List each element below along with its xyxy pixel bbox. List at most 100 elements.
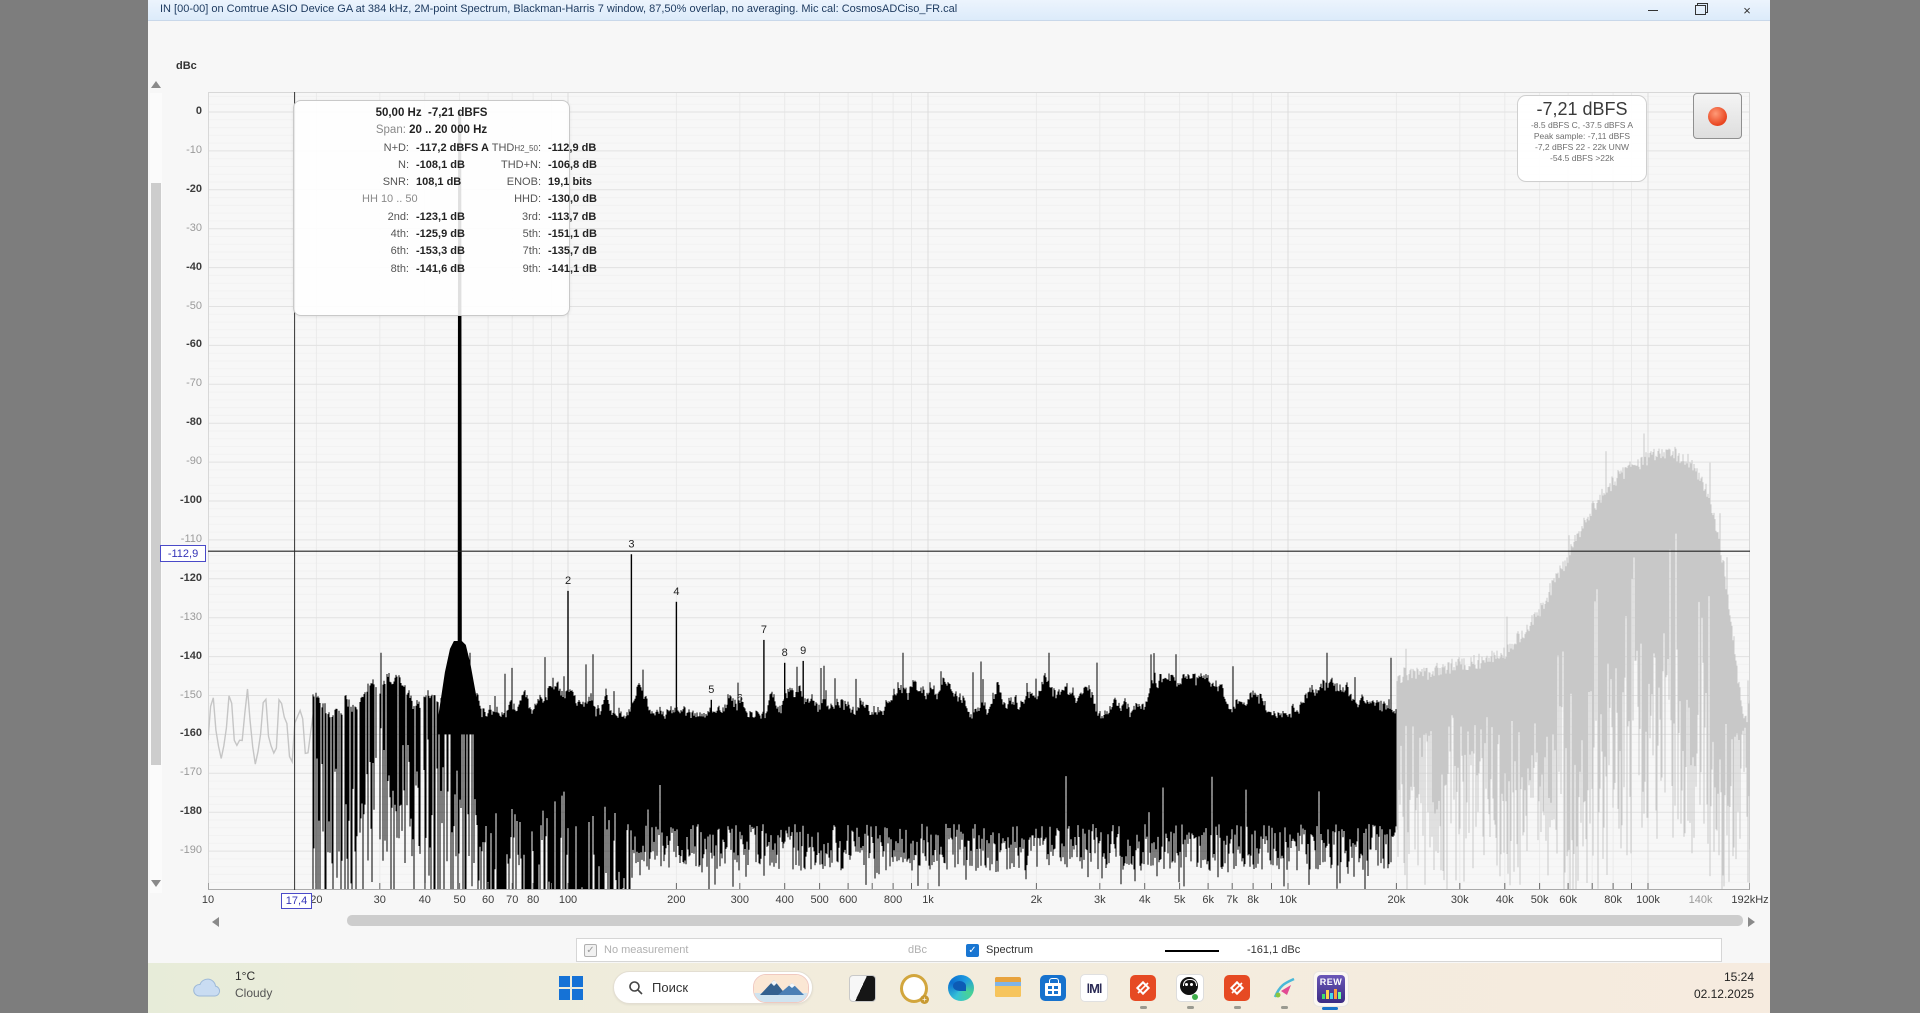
level-overlay-line: -54.5 dBFS >22k [1518, 153, 1646, 164]
taskbar-edge-button[interactable] [947, 974, 975, 1002]
signal-icon [1271, 975, 1297, 1001]
panel-label: SNR: [383, 176, 409, 188]
panel-label: ENOB: [421, 176, 541, 188]
panel-value: HH 10 .. 50 [362, 193, 418, 205]
scroll-up-icon[interactable] [151, 81, 161, 88]
y-tick-label: -180 [160, 805, 202, 817]
no-measurement-checkbox[interactable]: ✓ [584, 944, 597, 957]
taskbar-explorer-button[interactable] [994, 974, 1022, 1002]
edge-icon [948, 975, 974, 1001]
x-tick-label: 4k [1139, 894, 1151, 906]
panel-value: -141,1 dB [548, 263, 597, 275]
legend-bar: ✓ No measurement dBc ✓ Spectrum -161,1 d… [576, 938, 1722, 962]
y-tick-label: -50 [160, 300, 202, 312]
explorer-icon [995, 977, 1022, 999]
running-indicator [1281, 1006, 1288, 1009]
taskbar: 1°C Cloudy Поиск +ǀMǀREW ǀMǀENG 15:24 02… [148, 963, 1770, 1013]
taskbar-rew-button[interactable]: REW [1313, 971, 1349, 1007]
running-indicator [1140, 1006, 1147, 1009]
search-placeholder: Поиск [652, 980, 688, 995]
spectrum-label: Spectrum [986, 944, 1033, 956]
window-titlebar[interactable]: IN [00-00] on Comtrue ASIO Device GA at … [148, 0, 1770, 21]
search-box[interactable]: Поиск [613, 971, 813, 1004]
panel-row: N:-108,1 dBTHD+N:-106,8 dB [294, 159, 569, 176]
bw-app-icon [849, 975, 876, 1002]
y-tick-label: -100 [160, 494, 202, 506]
y-axis-unit: dBc [176, 60, 197, 72]
horizontal-scrollbar-thumb[interactable] [347, 915, 1743, 926]
weather-condition[interactable]: Cloudy [235, 986, 272, 1000]
window-title: IN [00-00] on Comtrue ASIO Device GA at … [160, 3, 957, 15]
panel-value: 19,1 bits [548, 176, 592, 188]
taskbar-robot-button[interactable] [1176, 974, 1204, 1002]
spectrum-checkbox[interactable]: ✓ [966, 944, 979, 957]
panel-row: N+D:-117,2 dBFS ATHDH2_50:-112,9 dB [294, 142, 569, 159]
x-tick-label: 10 [202, 894, 214, 906]
y-tick-label: -80 [160, 416, 202, 428]
taskbar-clock[interactable]: 15:24 02.12.2025 [1678, 969, 1754, 1003]
gold-q-icon: + [900, 974, 928, 1003]
panel-label: N+D: [384, 142, 409, 154]
panel-row: HH 10 .. 50HHD:-130,0 dB [294, 193, 569, 210]
x-tick-label: 40 [419, 894, 431, 906]
x-tick-label: 60k [1559, 894, 1577, 906]
minimize-button[interactable] [1636, 0, 1670, 20]
x-tick-label: 70 [506, 894, 518, 906]
scroll-left-icon[interactable] [212, 917, 219, 927]
search-highlight-image[interactable] [753, 974, 809, 1003]
audio-m-icon: ǀMǀ [1080, 974, 1108, 1002]
level-overlay-line: -8.5 dBFS C, -37.5 dBFS A [1518, 120, 1646, 131]
taskbar-red-diamond-button[interactable] [1223, 974, 1251, 1002]
panel-label: 6th: [391, 245, 409, 257]
level-overlay-line: Peak sample: -7,11 dBFS [1518, 131, 1646, 142]
x-tick-label: 200 [667, 894, 685, 906]
panel-label: HHD: [421, 193, 541, 205]
taskbar-red-diamond-button[interactable] [1129, 974, 1157, 1002]
y-tick-label: -10 [160, 144, 202, 156]
x-tick-label: 50 [454, 894, 466, 906]
x-cursor-value[interactable]: 17,4 [281, 893, 312, 909]
y-tick-label: -70 [160, 377, 202, 389]
taskbar-bw-app-button[interactable] [848, 974, 876, 1002]
clock-time: 15:24 [1678, 969, 1754, 986]
x-tick-label: 1k [922, 894, 934, 906]
y-tick-label: -110 [160, 533, 202, 545]
weather-temp[interactable]: 1°C [235, 969, 255, 983]
panel-row: 4th:-125,9 dB5th:-151,1 dB [294, 228, 569, 245]
spectrum-app-window: IN [00-00] on Comtrue ASIO Device GA at … [148, 0, 1770, 963]
start-button[interactable] [559, 976, 583, 1000]
close-button[interactable]: × [1730, 0, 1764, 20]
taskbar-audio-m-button[interactable]: ǀMǀ [1080, 974, 1108, 1002]
x-tick-label: 80 [527, 894, 539, 906]
panel-label: 7th: [421, 245, 541, 257]
y-tick-label: -60 [160, 338, 202, 350]
y-tick-label: -170 [160, 766, 202, 778]
x-tick-label: 192kHz [1731, 894, 1768, 906]
panel-label: 4th: [391, 228, 409, 240]
panel-label: N: [398, 159, 409, 171]
scroll-down-icon[interactable] [151, 880, 161, 887]
x-tick-label: 300 [731, 894, 749, 906]
weather-cloud-icon[interactable] [190, 976, 224, 1000]
scroll-right-icon[interactable] [1748, 917, 1755, 927]
x-tick-label: 60 [482, 894, 494, 906]
y-tick-label: -20 [160, 183, 202, 195]
svg-text:3: 3 [628, 538, 634, 550]
panel-label: 2nd: [388, 211, 409, 223]
panel-label: 9th: [421, 263, 541, 275]
svg-text:6: 6 [737, 692, 743, 704]
y-tick-label: -120 [160, 572, 202, 584]
x-tick-label: 80k [1604, 894, 1622, 906]
taskbar-gold-q-button[interactable]: + [900, 974, 928, 1002]
panel-row: 2nd:-123,1 dB3rd:-113,7 dB [294, 211, 569, 228]
panel-row: 8th:-141,6 dB9th:-141,1 dB [294, 263, 569, 280]
panel-label: 5th: [421, 228, 541, 240]
x-tick-label: 140k [1689, 894, 1713, 906]
y-tick-label: -150 [160, 689, 202, 701]
taskbar-store-button[interactable] [1039, 974, 1067, 1002]
red-diamond-icon [1224, 975, 1250, 1001]
y-cursor-value[interactable]: -112,9 [160, 545, 206, 562]
restore-button[interactable] [1683, 0, 1717, 20]
record-button[interactable] [1693, 93, 1742, 139]
taskbar-signal-button[interactable] [1270, 974, 1298, 1002]
